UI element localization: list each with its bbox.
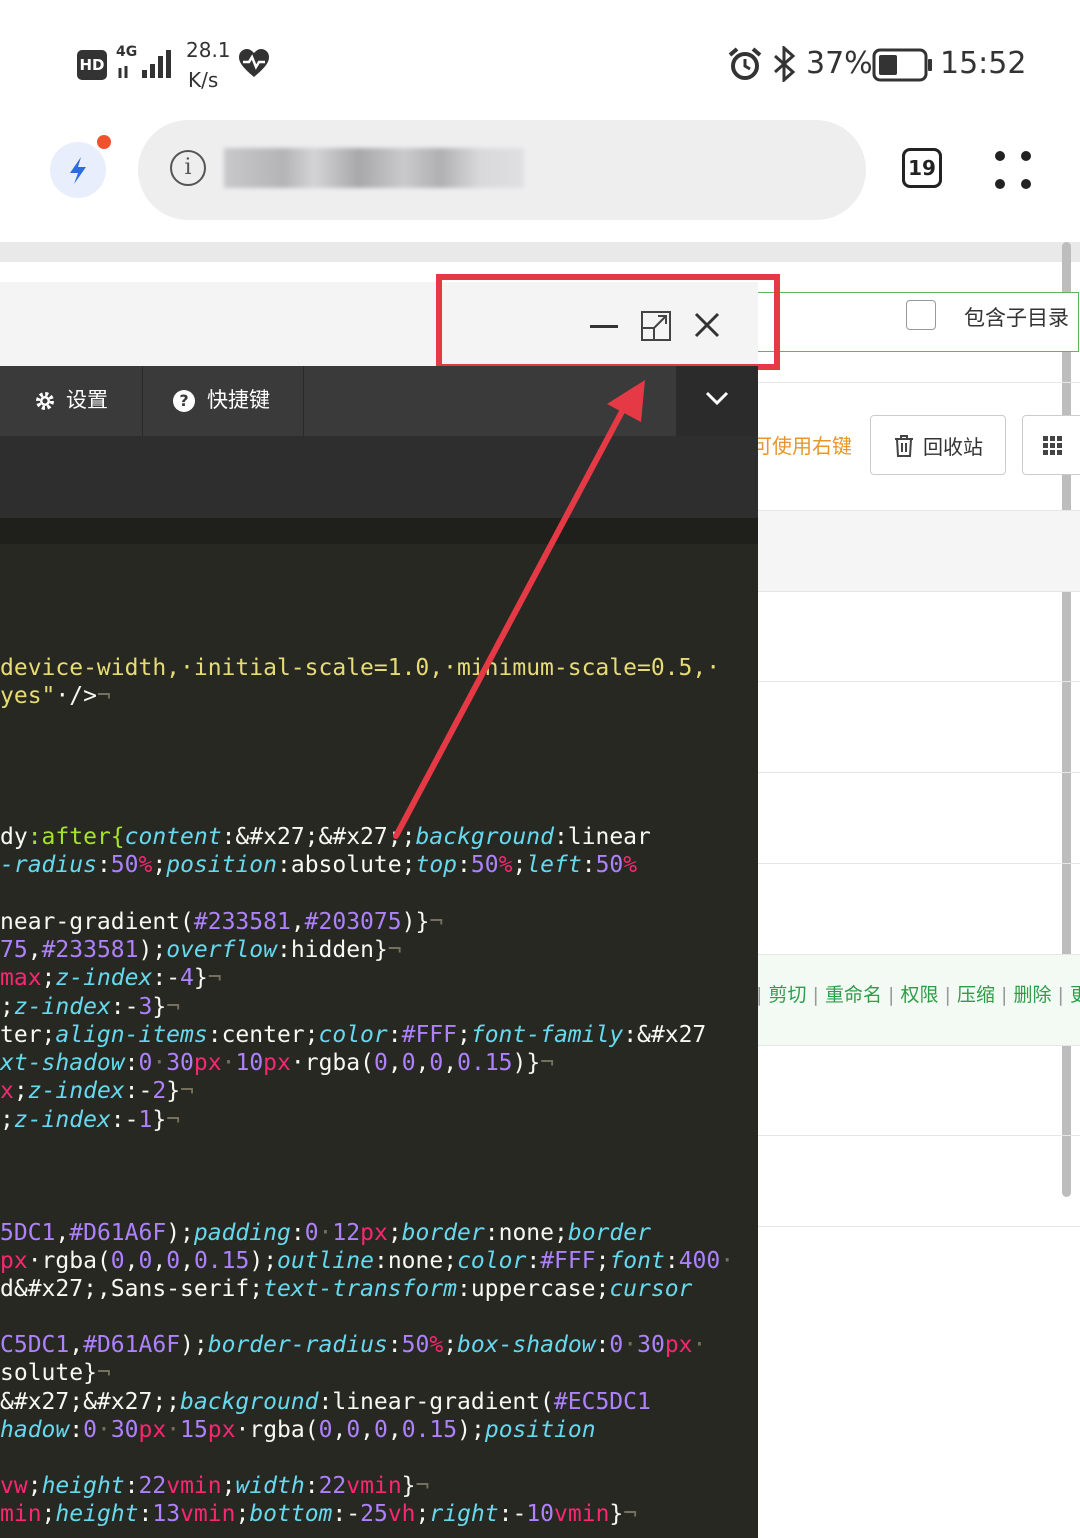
trash-icon — [895, 435, 913, 457]
action-rename[interactable]: 重命名 — [825, 984, 882, 1006]
editor-tab-bar — [0, 436, 758, 518]
right-click-hint: 可使用右键 — [752, 434, 852, 458]
gear-icon — [36, 392, 54, 410]
include-subdir-checkbox[interactable] — [906, 300, 936, 330]
battery-percent: 37% — [806, 46, 873, 81]
help-icon: ? — [173, 390, 195, 412]
alarm-icon — [728, 47, 762, 80]
action-more[interactable]: 更 — [1070, 984, 1080, 1006]
settings-label: 设置 — [66, 388, 108, 412]
hd-badge: HD — [77, 50, 107, 80]
action-compress[interactable]: 压缩 — [957, 984, 995, 1006]
shortcuts-menu-button[interactable]: ? 快捷键 — [143, 366, 304, 436]
tab-count-button[interactable]: 19 — [902, 148, 942, 188]
fm-table-header — [758, 510, 1080, 592]
view-mode-button[interactable] — [1022, 415, 1080, 475]
clock: 15:52 — [940, 46, 1027, 81]
fm-row-divider — [758, 863, 1080, 864]
grid-view-icon — [1043, 436, 1062, 455]
notification-dot — [97, 135, 111, 149]
fm-row-divider — [758, 681, 1080, 682]
code-editor[interactable] — [0, 518, 758, 1538]
shortcuts-label: 快捷键 — [207, 388, 270, 412]
fm-row-divider — [758, 1226, 1080, 1227]
toolbar-dropdown-button[interactable] — [676, 366, 758, 436]
menu-dots-icon[interactable] — [990, 148, 1036, 192]
fm-divider — [758, 382, 1080, 383]
chevron-down-icon — [705, 391, 729, 406]
action-delete[interactable]: 删除 — [1013, 984, 1051, 1006]
url-text-blurred[interactable] — [224, 148, 524, 188]
browser-lightning-button[interactable] — [50, 142, 106, 198]
fm-row-divider — [758, 1135, 1080, 1136]
lightning-icon — [70, 157, 86, 184]
info-icon[interactable]: i — [170, 150, 206, 186]
battery-icon — [872, 48, 932, 82]
page-top-strip — [0, 242, 1080, 262]
fm-row-divider — [758, 772, 1080, 773]
recycle-bin-button[interactable]: 回收站 — [870, 415, 1006, 475]
fm-action-links: | 剪切 | 重命名 | 权限 | 压缩 | 删除 | 更 — [756, 980, 1080, 1007]
editor-gutter-strip — [0, 518, 758, 544]
include-subdir-label: 包含子目录 — [964, 306, 1069, 330]
speed-value: 28.1 — [186, 38, 231, 62]
heart-rate-icon — [239, 49, 269, 77]
action-cut[interactable]: 剪切 — [768, 984, 806, 1006]
signal-icon — [118, 50, 171, 78]
bluetooth-icon — [774, 46, 796, 82]
settings-menu-button[interactable]: 设置 — [0, 366, 143, 436]
highlight-box — [436, 274, 780, 370]
recycle-bin-label: 回收站 — [923, 435, 983, 459]
page-scrollbar[interactable] — [1062, 242, 1071, 1197]
action-permissions[interactable]: 权限 — [900, 984, 938, 1006]
status-bar: HD 4G 28.1 K/s 37% 15:52 — [0, 0, 1080, 118]
speed-unit: K/s — [188, 68, 219, 92]
